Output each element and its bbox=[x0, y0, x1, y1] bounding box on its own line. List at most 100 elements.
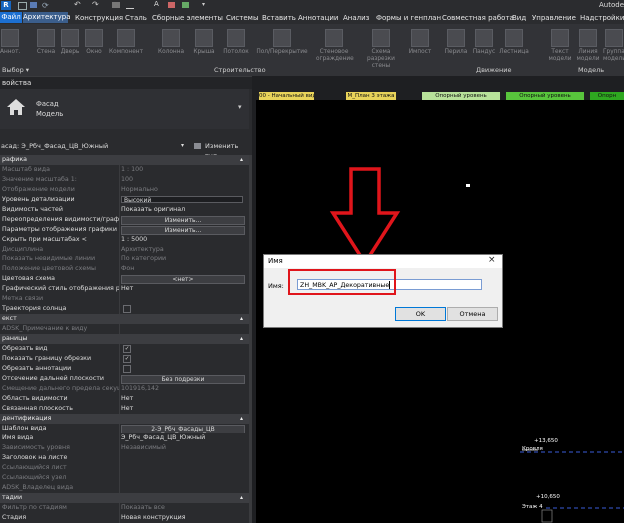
measure-icon[interactable] bbox=[126, 2, 134, 9]
type-selector[interactable]: асад: Э_Рбч_Фасад_ЦВ_Южный ▾ bbox=[0, 141, 190, 151]
property-row[interactable]: ADSK_Владелец вида bbox=[0, 483, 249, 494]
view-tab[interactable]: Опорн bbox=[590, 92, 624, 100]
tool-ramp[interactable]: Пандус bbox=[472, 29, 496, 56]
ok-button[interactable]: OK bbox=[395, 307, 446, 321]
tab-architecture[interactable]: Архитектура bbox=[23, 12, 71, 23]
view-tab[interactable]: 00 - Начальный вид bbox=[259, 92, 315, 100]
property-edit-button[interactable]: Без подрезки bbox=[121, 374, 245, 384]
tab-massing[interactable]: Формы и генплан bbox=[376, 13, 441, 24]
property-row[interactable]: Заголовок на листе bbox=[0, 453, 249, 464]
tab-annotate[interactable]: Аннотации bbox=[298, 13, 338, 24]
property-row[interactable]: Уровень детализации Высокий bbox=[0, 194, 249, 205]
text-icon[interactable]: A bbox=[154, 0, 159, 8]
type-dropdown-icon[interactable]: ▾ bbox=[238, 103, 242, 111]
view-3d-icon[interactable] bbox=[168, 2, 175, 8]
tool-model-line[interactable]: Линия модели bbox=[576, 29, 600, 63]
property-row[interactable]: Зависимость уровня Независимый bbox=[0, 443, 249, 454]
tool-curtain-grid[interactable]: Схема разрезки стены bbox=[358, 29, 404, 70]
property-value[interactable]: Э_Рбч_Фасад_ЦВ_Южный bbox=[121, 433, 246, 443]
edit-type-button[interactable]: Изменить тип bbox=[193, 141, 249, 160]
dropdown-arrow-icon[interactable]: ▾ bbox=[202, 1, 205, 8]
tool-wall[interactable]: Стена bbox=[36, 29, 56, 56]
tool-railing[interactable]: Перила bbox=[444, 29, 468, 56]
collapse-icon[interactable]: ▴ bbox=[240, 414, 243, 424]
property-section-header[interactable]: рафика ▴ bbox=[0, 155, 249, 165]
app-logo-icon[interactable]: R bbox=[1, 1, 11, 10]
property-edit-button[interactable]: 2-Э_Рбч_Фасады_ЦВ bbox=[121, 424, 245, 434]
property-row[interactable]: Обрезать аннотации bbox=[0, 363, 249, 374]
cancel-button[interactable]: Отмена bbox=[447, 307, 498, 321]
property-checkbox[interactable] bbox=[123, 305, 131, 314]
property-section-header[interactable]: раницы ▴ bbox=[0, 334, 249, 344]
property-row[interactable]: Отображение модели Нормально bbox=[0, 184, 249, 195]
property-row[interactable]: Значение масштаба 1: 100 bbox=[0, 174, 249, 185]
property-row[interactable]: Масштаб вида 1 : 100 bbox=[0, 164, 249, 175]
tab-view[interactable]: Вид bbox=[512, 13, 526, 24]
collapse-icon[interactable]: ▴ bbox=[240, 314, 243, 324]
property-row[interactable]: Смещение дальнего предела секущ... 101916… bbox=[0, 383, 249, 394]
collapse-icon[interactable]: ▴ bbox=[240, 493, 243, 503]
property-section-header[interactable]: екст ▴ bbox=[0, 314, 249, 325]
property-value[interactable]: 1 : 5000 bbox=[121, 235, 246, 245]
open-icon[interactable] bbox=[18, 2, 27, 10]
property-row[interactable]: Цветовая схема <нет> bbox=[0, 274, 249, 285]
property-row[interactable]: Имя вида Э_Рбч_Фасад_ЦВ_Южный bbox=[0, 433, 249, 444]
tab-systems[interactable]: Системы bbox=[226, 13, 258, 24]
property-row[interactable]: Показать невидимые линии По категории bbox=[0, 254, 249, 265]
tab-collaborate[interactable]: Совместная работа bbox=[442, 13, 514, 24]
property-row[interactable]: Область видимости Нет bbox=[0, 393, 249, 404]
tool-mullion[interactable]: Импост bbox=[408, 29, 432, 56]
tool-model-group[interactable]: Группа модели bbox=[603, 29, 624, 63]
property-checkbox[interactable]: ✓ bbox=[123, 354, 131, 363]
property-row[interactable]: Траектория солнца bbox=[0, 304, 249, 315]
property-row[interactable]: Дисциплина Архитектура bbox=[0, 244, 249, 255]
property-row[interactable]: Видимость частей Показать оригинал bbox=[0, 204, 249, 215]
property-row[interactable]: Обрезать вид ✓ bbox=[0, 343, 249, 354]
property-row[interactable]: Скрыть при масштабах < 1 : 5000 bbox=[0, 234, 249, 245]
property-row[interactable]: Графический стиль отображения рас...Нет bbox=[0, 284, 249, 295]
save-icon[interactable] bbox=[30, 2, 37, 8]
property-section-header[interactable]: дентификация ▴ bbox=[0, 413, 249, 424]
property-section-header[interactable]: тадии ▴ bbox=[0, 493, 249, 504]
sync-icon[interactable]: ⟳ bbox=[42, 1, 49, 10]
tab-addins[interactable]: Надстройки bbox=[580, 13, 624, 24]
property-row[interactable]: ADSK_Примечание к виду bbox=[0, 324, 249, 335]
property-row[interactable]: Ссылающийся лист bbox=[0, 463, 249, 474]
property-row[interactable]: Переопределения видимости/графики Изменит… bbox=[0, 214, 249, 225]
view-tab[interactable]: Опорный уровень bbox=[422, 92, 501, 100]
section-icon[interactable] bbox=[182, 2, 189, 8]
property-value[interactable]: Нет bbox=[121, 404, 246, 414]
property-row[interactable]: Параметры отображения графики Изменить... bbox=[0, 224, 249, 235]
tool-window[interactable]: Окно bbox=[84, 29, 104, 56]
tool-column[interactable]: Колонна bbox=[158, 29, 184, 56]
tab-manage[interactable]: Управление bbox=[532, 13, 576, 24]
property-value[interactable]: Нет bbox=[121, 394, 246, 404]
tool-ceiling[interactable]: Потолок bbox=[222, 29, 250, 56]
collapse-icon[interactable]: ▴ bbox=[240, 334, 243, 344]
tab-precast[interactable]: Сборные элементы bbox=[152, 13, 223, 24]
property-checkbox[interactable]: ✓ bbox=[123, 344, 131, 353]
tool-curtain-system[interactable]: Стеновое ограждение bbox=[316, 29, 354, 63]
property-row[interactable]: Метка связи bbox=[0, 294, 249, 305]
tab-steel[interactable]: Сталь bbox=[125, 13, 147, 24]
print-icon[interactable] bbox=[112, 2, 120, 8]
property-row[interactable]: Шаблон вида 2-Э_Рбч_Фасады_ЦВ bbox=[0, 423, 249, 434]
property-value[interactable]: Показать оригинал bbox=[121, 205, 246, 215]
collapse-icon[interactable]: ▴ bbox=[240, 155, 243, 165]
tab-insert[interactable]: Вставить bbox=[262, 13, 296, 24]
tab-analyze[interactable]: Анализ bbox=[343, 13, 369, 24]
tool-annotate[interactable]: Аннот. bbox=[0, 29, 20, 56]
view-tab[interactable]: М_План 3 этажа bbox=[346, 92, 397, 100]
tool-door[interactable]: Дверь bbox=[60, 29, 80, 56]
tab-structure[interactable]: Конструкция bbox=[75, 13, 123, 24]
property-row[interactable]: Положение цветовой схемы Фон bbox=[0, 264, 249, 275]
property-value-field[interactable]: Высокий bbox=[121, 195, 243, 204]
redo-icon[interactable]: ↷ bbox=[92, 0, 99, 9]
property-row[interactable]: Ссылающийся узел bbox=[0, 473, 249, 484]
property-row[interactable]: Отсечение дальней плоскости Без подрезки bbox=[0, 373, 249, 384]
property-row[interactable]: Стадия Новая конструкция bbox=[0, 513, 249, 523]
type-preview[interactable]: Фасад Модель ▾ bbox=[0, 89, 249, 129]
property-edit-button[interactable]: <нет> bbox=[121, 275, 245, 285]
property-row[interactable]: Связанная плоскость Нет bbox=[0, 403, 249, 414]
property-row[interactable]: Показать границу обрезки ✓ bbox=[0, 353, 249, 364]
